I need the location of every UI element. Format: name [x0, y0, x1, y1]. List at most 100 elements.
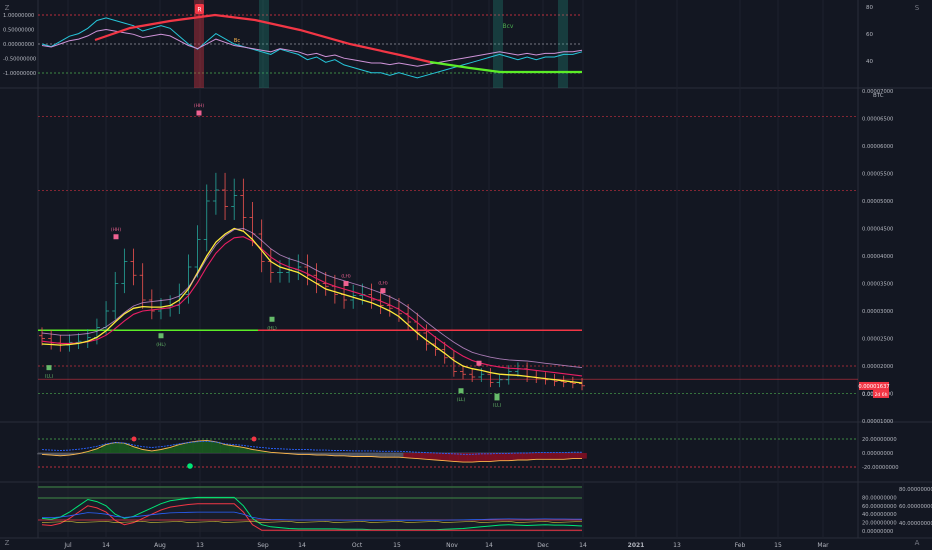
pivot-label: (HL): [267, 325, 277, 331]
pivot-marker: [458, 388, 464, 394]
buy-signal-zone: [558, 0, 568, 88]
pivot-label: (LL): [493, 402, 502, 408]
price-tick: 0.00003500: [862, 282, 893, 288]
top-left-tick: 1.00000000: [3, 13, 34, 19]
buy-signal-label: Bcv: [503, 23, 514, 30]
osc2-tick: 20.00000000: [862, 521, 897, 527]
top-left-tick: 0.00000000: [3, 42, 34, 48]
pivot-marker: [46, 365, 52, 371]
buy-signal-zone: [493, 0, 503, 88]
osc1-histogram-bar: [439, 453, 450, 461]
pivot-marker: [343, 281, 349, 286]
osc2-tick: 80.00000000: [862, 495, 897, 501]
osc1-histogram-bar: [366, 453, 377, 457]
price-tick: 0.00003000: [862, 309, 893, 315]
right-toggle-button[interactable]: S: [912, 3, 922, 13]
osc1-histogram-bar: [357, 453, 368, 457]
osc1-histogram-bar: [494, 453, 505, 461]
time-axis-label: 13: [673, 542, 681, 549]
time-axis-label: 15: [774, 542, 782, 549]
auto-scale-button[interactable]: A: [912, 538, 922, 548]
price-tick: 0.00005500: [862, 172, 893, 178]
time-axis-label: 14: [298, 542, 306, 549]
top-right-tick: 40: [866, 59, 873, 65]
time-axis-label: Aug: [154, 542, 166, 549]
osc1-histogram-bar: [394, 453, 404, 458]
time-axis-label: 2021: [628, 542, 645, 549]
zoom-button[interactable]: Z: [2, 538, 12, 548]
time-axis-label: 15: [393, 542, 401, 549]
osc1-histogram-bar: [201, 440, 212, 453]
osc1-tick: 0.00000000: [862, 451, 893, 457]
osc1-histogram-bar: [568, 453, 578, 459]
pivot-marker: [113, 234, 119, 240]
osc1-tick: -20.00000000: [862, 465, 899, 471]
price-tick: 0.00004500: [862, 227, 893, 233]
osc2-tick: 60.00000000: [862, 504, 897, 510]
osc1-histogram-bar: [531, 453, 542, 460]
osc1-histogram-bar: [485, 453, 496, 462]
top-right-tick: 60: [866, 32, 873, 38]
osc1-histogram-bar: [220, 444, 230, 453]
pivot-marker: [158, 333, 164, 339]
time-axis-label: Nov: [446, 542, 458, 549]
osc1-histogram-bar: [403, 453, 413, 458]
osc1-histogram-bar: [183, 442, 194, 453]
osc1-histogram-bar: [37, 453, 47, 455]
buy-signal-zone: [259, 0, 269, 88]
pivot-label: (LL): [45, 374, 54, 380]
osc1-histogram-bar: [211, 441, 221, 453]
chart-canvas[interactable]: Jul 14 Aug 13 Sep 14 Oct 15 Nov 14 Dec 14 2021 13 Feb 1…: [0, 0, 932, 550]
left-toggle-button[interactable]: Z: [2, 3, 12, 13]
buy-signal-label: Bc: [234, 38, 240, 44]
time-axis-label: Dec: [537, 542, 549, 549]
pivot-marker: [494, 395, 500, 401]
slow-moving-average: [41, 236, 583, 377]
osc1-histogram-bar: [549, 453, 560, 460]
osc2-tick: 40.00000000: [862, 512, 897, 518]
pivot-marker: [269, 316, 275, 322]
pivot-label: (HH): [111, 227, 122, 233]
osc1-histogram-bar: [430, 453, 441, 460]
osc1-cross-dot: [251, 436, 257, 442]
pivot-label: (LL): [457, 397, 466, 403]
sell-signal-label: R: [197, 7, 201, 14]
osc1-cross-dot: [187, 463, 193, 469]
osc2-right-tick: 80.00000000: [899, 487, 932, 493]
osc2-right-tick: 60.00000000: [899, 504, 932, 510]
price-tick: 0.00002000: [862, 364, 893, 370]
price-tick: 0.00006000: [862, 144, 893, 150]
osc1-cross-dot: [131, 436, 137, 442]
top-right-tick: 80: [866, 5, 873, 11]
top-left-tick: -1.00000000: [3, 71, 36, 77]
last-price-value: 0.00001637: [858, 384, 889, 390]
osc1-histogram-bar: [412, 453, 423, 459]
osc1-histogram-bar: [558, 453, 569, 460]
time-axis-label: Mar: [817, 542, 829, 549]
currency-label: BTC: [873, 93, 884, 99]
time-axis-label: Sep: [257, 542, 269, 549]
upper-band-line: [41, 228, 583, 369]
time-axis-label: Feb: [735, 542, 746, 549]
osc1-histogram-bar: [522, 453, 532, 460]
osc1-histogram-bar: [421, 453, 432, 460]
osc1-tick: 20.00000000: [862, 437, 897, 443]
pivot-marker: [380, 288, 386, 294]
top-left-tick: 0.50000000: [3, 28, 34, 34]
time-axis-label: 14: [579, 542, 587, 549]
fast-moving-average: [41, 227, 583, 384]
pivot-label: (LH): [378, 281, 388, 287]
time-axis-label: Oct: [352, 542, 363, 549]
time-axis-label: 13: [196, 542, 204, 549]
pivot-label: (HH): [194, 103, 205, 109]
time-axis-label: 14: [485, 542, 493, 549]
osc1-histogram-bar: [503, 453, 514, 461]
price-tick: 0.00004000: [862, 254, 893, 260]
osc1-histogram-bar: [110, 442, 121, 453]
osc1-histogram-bar: [540, 453, 551, 460]
price-tick: 0.00001000: [862, 419, 893, 425]
pivot-marker: [196, 110, 202, 116]
osc2-tick: 0.00000000: [862, 529, 893, 535]
price-tick: 0.00005000: [862, 199, 893, 205]
price-tick: 0.00006500: [862, 117, 893, 123]
